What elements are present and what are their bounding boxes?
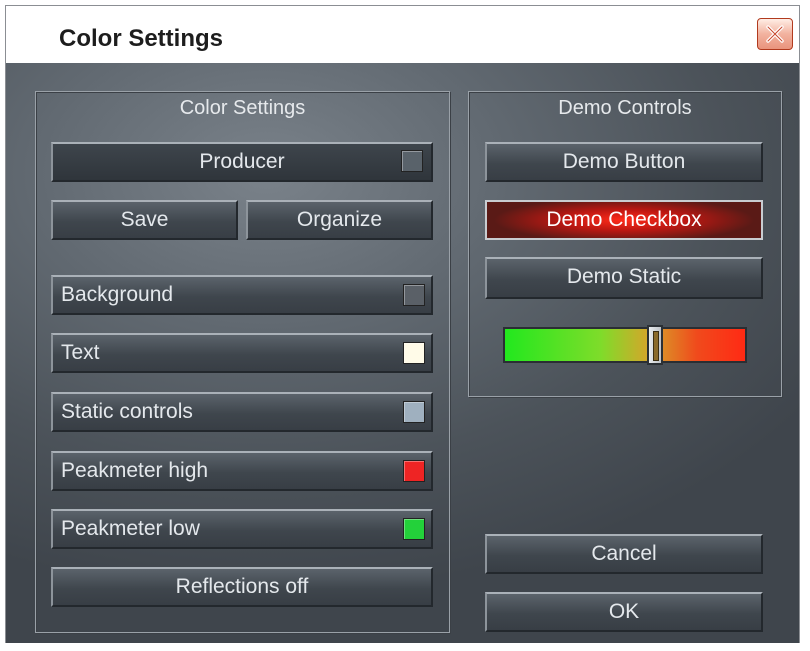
color-swatch-peakmeter-low xyxy=(403,518,425,540)
ok-button-label: OK xyxy=(608,600,640,623)
peakmeter-thumb[interactable] xyxy=(647,325,663,365)
color-item-peakmeter-high[interactable]: Peakmeter high xyxy=(51,451,433,491)
color-item-text[interactable]: Text xyxy=(51,333,433,373)
demo-static-label: Demo Static xyxy=(566,265,682,288)
reflections-toggle-button[interactable]: Reflections off xyxy=(51,567,433,607)
demo-checkbox-label: Demo Checkbox xyxy=(546,208,702,231)
demo-peakmeter[interactable] xyxy=(503,325,747,365)
preset-indicator xyxy=(401,150,423,172)
cancel-button[interactable]: Cancel xyxy=(485,534,763,574)
reflections-label: Reflections off xyxy=(175,575,309,598)
color-swatch-text xyxy=(403,342,425,364)
organize-button[interactable]: Organize xyxy=(246,200,433,240)
save-button-label: Save xyxy=(120,208,169,231)
color-swatch-static-controls xyxy=(403,401,425,423)
ok-button[interactable]: OK xyxy=(485,592,763,632)
color-settings-group-label: Color Settings xyxy=(179,97,306,119)
color-swatch-peakmeter-high xyxy=(403,460,425,482)
color-item-label: Peakmeter low xyxy=(61,517,200,540)
color-settings-window: Color Settings Color Settings Producer S… xyxy=(5,5,800,643)
demo-static: Demo Static xyxy=(485,257,763,299)
window-title: Color Settings xyxy=(59,25,224,52)
preset-dropdown-button[interactable]: Producer xyxy=(51,142,433,182)
color-item-label: Background xyxy=(61,283,174,306)
cancel-button-label: Cancel xyxy=(591,542,657,565)
peakmeter-bar xyxy=(505,329,745,361)
title-bar: Color Settings xyxy=(6,6,799,64)
close-button[interactable] xyxy=(757,18,793,50)
color-item-peakmeter-low[interactable]: Peakmeter low xyxy=(51,509,433,549)
color-item-background[interactable]: Background xyxy=(51,275,433,315)
close-icon xyxy=(766,25,784,43)
demo-button[interactable]: Demo Button xyxy=(485,142,763,182)
color-item-label: Text xyxy=(61,341,100,364)
save-button[interactable]: Save xyxy=(51,200,238,240)
preset-label: Producer xyxy=(199,150,285,173)
demo-controls-group-label: Demo Controls xyxy=(558,97,692,119)
organize-button-label: Organize xyxy=(296,208,383,231)
demo-checkbox[interactable]: Demo Checkbox xyxy=(485,200,763,240)
color-item-label: Static controls xyxy=(61,400,193,423)
color-swatch-background xyxy=(403,284,425,306)
color-item-static-controls[interactable]: Static controls xyxy=(51,392,433,432)
dialog-client-area: Color Settings Producer Save Organize Ba… xyxy=(6,63,799,643)
demo-button-label: Demo Button xyxy=(562,150,686,173)
color-item-label: Peakmeter high xyxy=(61,459,209,482)
